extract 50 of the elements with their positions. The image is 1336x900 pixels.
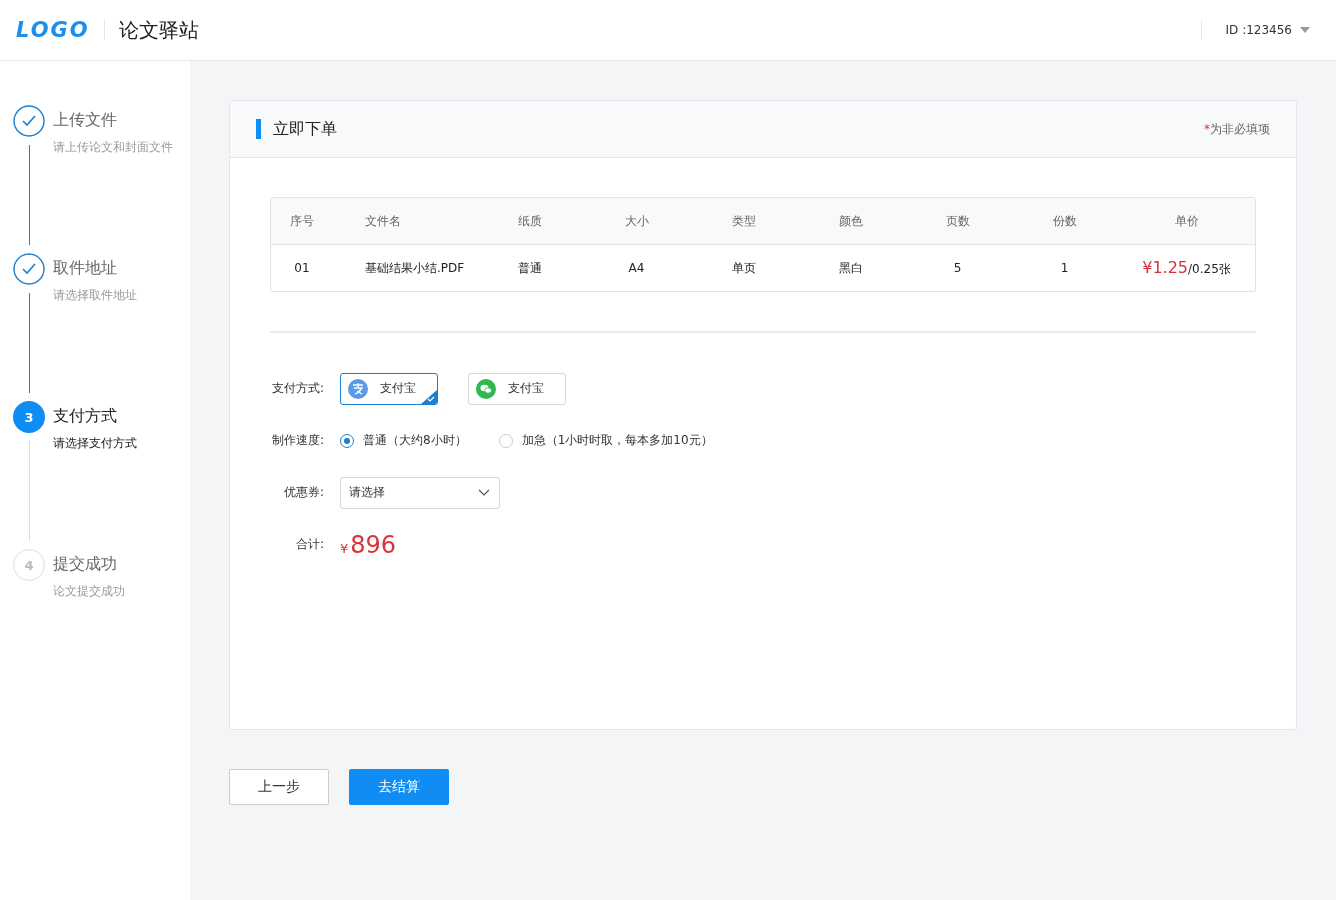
field-label: 支付方式: <box>270 380 325 397</box>
unit-price: ¥1.25 <box>1142 258 1188 277</box>
step-subtitle: 论文提交成功 <box>53 583 125 600</box>
speed-option[interactable]: 加急（1小时时取，每本多加10元） <box>498 432 713 449</box>
field-label: 制作速度: <box>270 432 325 449</box>
coupon-select[interactable]: 请选择 <box>340 476 500 509</box>
payment-option[interactable]: 支付宝 <box>340 372 438 405</box>
table-cell-text: 基础结果小结.PDF <box>364 259 466 277</box>
step-title: 提交成功 <box>53 554 118 575</box>
total-amount: ¥896 <box>340 530 397 559</box>
accent-bar <box>256 119 261 139</box>
step-subtitle: 请上传论文和封面文件 <box>53 139 173 156</box>
column-header: 单价 <box>1173 212 1200 230</box>
optional-note: *为非必填项 <box>1204 120 1270 138</box>
column-header: 页数 <box>944 212 971 230</box>
column-header: 类型 <box>730 212 757 230</box>
chat-bubbles-icon <box>476 378 496 399</box>
column-header: 文件名 <box>364 212 402 230</box>
table-cell-text: 01 <box>293 261 311 275</box>
step-subtitle: 请选择取件地址 <box>53 287 137 304</box>
table-cell-text: 5 <box>952 261 963 275</box>
column-header: 份数 <box>1051 212 1078 230</box>
field-label: 优惠券: <box>282 484 325 501</box>
step-number: 3 <box>13 401 45 433</box>
table-cell-text: A4 <box>627 261 646 275</box>
field-label: 合计: <box>294 536 325 553</box>
chevron-down-icon <box>478 489 490 496</box>
column-header: 颜色 <box>837 212 864 230</box>
user-menu[interactable]: ID :123456 <box>1225 23 1310 37</box>
back-button[interactable]: 上一步 <box>229 769 329 805</box>
step-title: 上传文件 <box>53 110 118 131</box>
column-header: 序号 <box>289 212 315 230</box>
table-cell-text: 1 <box>1059 261 1070 275</box>
logo: LOGO <box>16 18 90 42</box>
column-header: 纸质 <box>516 212 543 230</box>
caret-icon <box>1300 27 1310 33</box>
step-title: 取件地址 <box>53 258 118 279</box>
site-title: 论文驿站 <box>118 16 199 44</box>
table-cell-text: 单页 <box>730 259 757 277</box>
card-title: 立即下单 <box>273 118 337 140</box>
speed-option[interactable]: 普通（大约8小时） <box>340 432 467 449</box>
payment-option[interactable]: 支付宝 <box>468 372 566 405</box>
step-title: 支付方式 <box>53 406 118 427</box>
selected-corner-icon <box>421 389 437 404</box>
table-cell-text: 黑白 <box>837 259 864 277</box>
step-subtitle: 请选择支付方式 <box>53 435 137 452</box>
column-header: 大小 <box>623 212 650 230</box>
price-unit: /0.25张 <box>1188 262 1231 278</box>
table-cell-text: 普通 <box>516 259 543 277</box>
payment-icon <box>348 378 368 399</box>
